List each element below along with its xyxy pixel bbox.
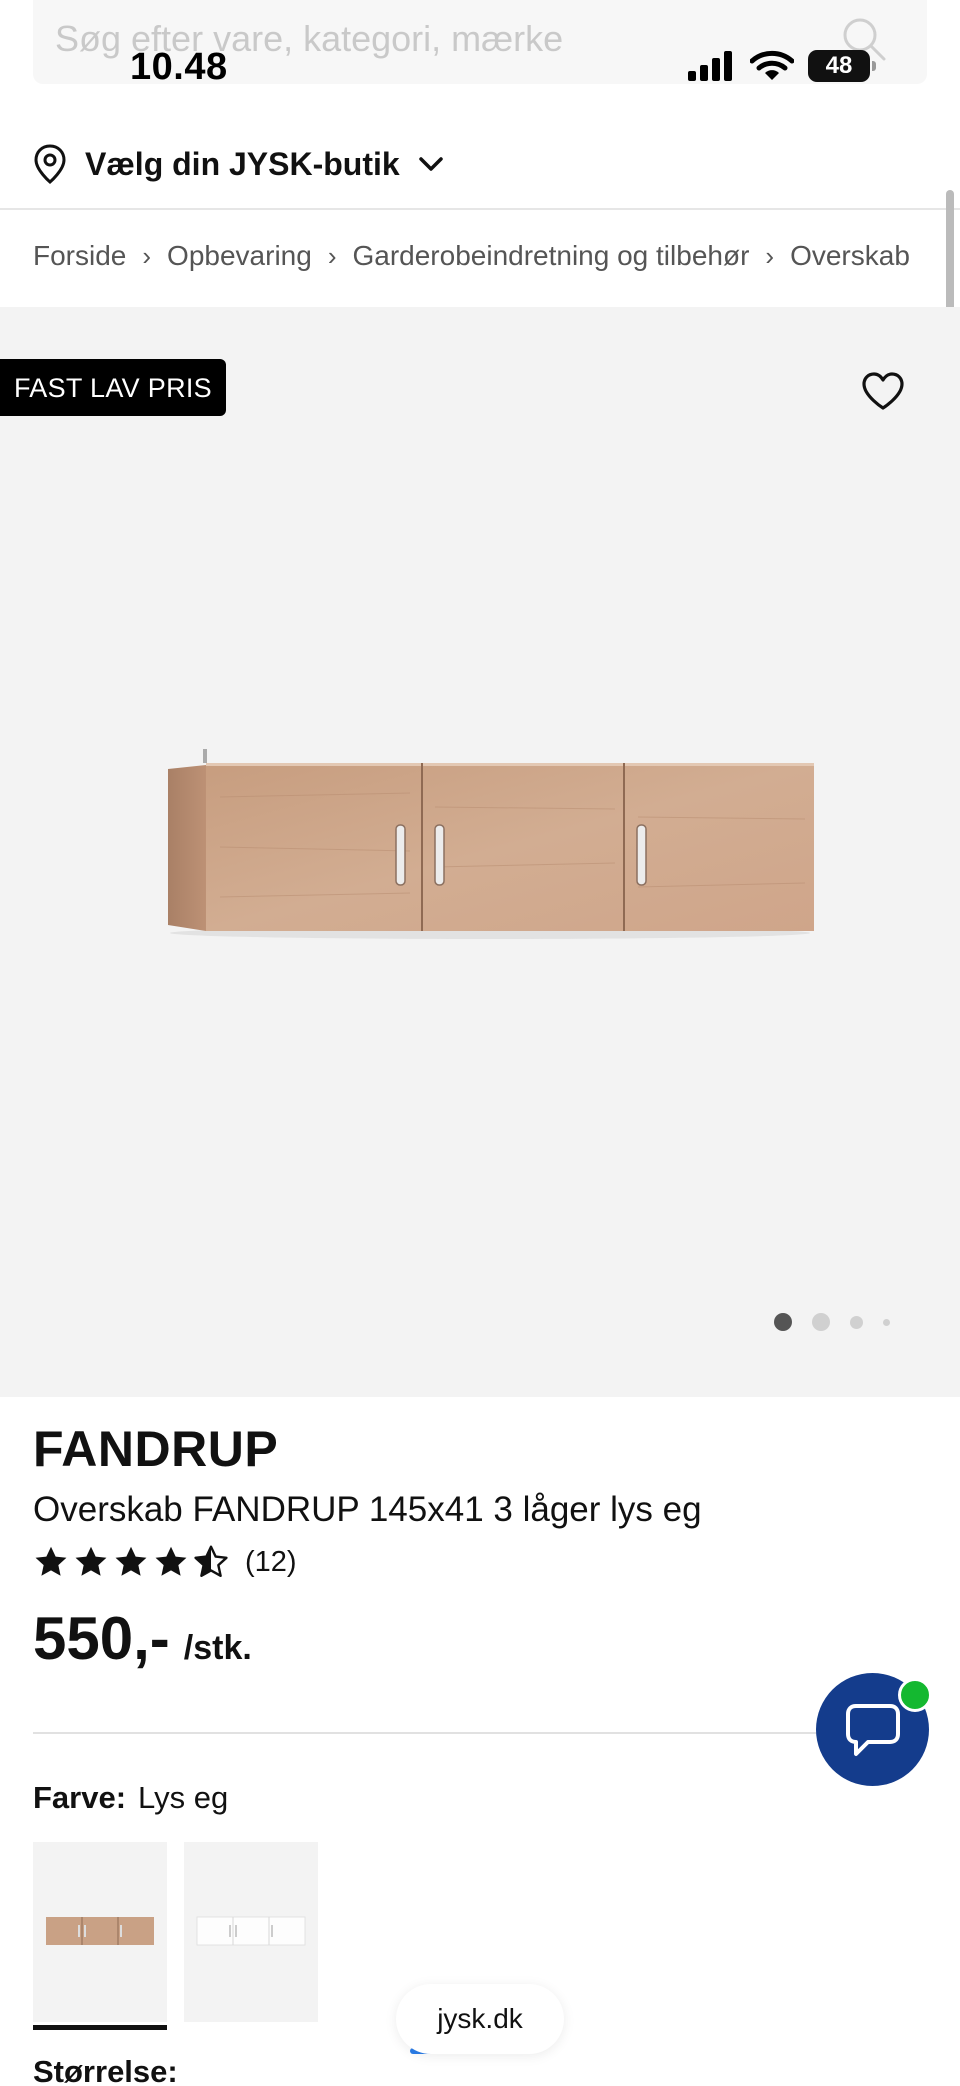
price-unit: /stk.	[183, 1629, 252, 1667]
star-full-icon	[115, 1546, 147, 1576]
product-image	[168, 749, 814, 939]
swatch-image-oak	[46, 1917, 154, 1945]
breadcrumb-item-garderobeindretning[interactable]: Garderobeindretning og tilbehør	[352, 240, 749, 272]
location-pin-icon	[34, 144, 66, 184]
chevron-down-icon	[418, 157, 443, 171]
chevron-right-icon: ›	[327, 240, 337, 271]
price-badge: FAST LAV PRIS	[0, 359, 226, 416]
pagination-dot[interactable]	[883, 1318, 890, 1326]
product-price: 550,-	[33, 1605, 170, 1672]
price-row: 550,- /stk.	[33, 1604, 252, 1673]
breadcrumb-item-opbevaring[interactable]: Opbevaring	[167, 240, 312, 272]
header-divider	[0, 208, 960, 210]
color-value: Lys eg	[138, 1780, 229, 1815]
star-half-icon	[194, 1545, 228, 1577]
breadcrumb: Forside › Opbevaring › Garderobeindretni…	[33, 240, 910, 272]
chat-bubble-icon	[845, 1703, 900, 1756]
pagination-dot-active[interactable]	[774, 1313, 792, 1331]
swatch-hvid[interactable]	[184, 1842, 318, 2022]
chevron-right-icon: ›	[142, 240, 152, 271]
status-time: 10.48	[130, 46, 228, 88]
favorite-heart-icon[interactable]	[861, 371, 905, 411]
image-pagination[interactable]	[774, 1313, 890, 1331]
size-label: Størrelse:	[33, 2054, 178, 2086]
star-full-icon	[35, 1546, 67, 1576]
product-image-gallery[interactable]: FAST LAV PRIS	[0, 307, 960, 1397]
star-full-icon	[75, 1546, 107, 1576]
battery-level: 48	[825, 52, 853, 79]
star-full-icon	[155, 1546, 187, 1576]
product-rating[interactable]: (12)	[33, 1544, 297, 1580]
browser-url-pill[interactable]: jysk.dk	[396, 1984, 564, 2054]
pagination-dot[interactable]	[850, 1315, 863, 1329]
rating-count: (12)	[245, 1545, 297, 1578]
cellular-signal-icon	[688, 51, 732, 81]
battery-icon: 48	[808, 50, 876, 82]
status-icons: 48	[688, 50, 876, 82]
online-indicator	[898, 1678, 932, 1712]
breadcrumb-item-overskab[interactable]: Overskab	[790, 240, 910, 272]
pagination-dot[interactable]	[812, 1313, 830, 1331]
breadcrumb-item-forside[interactable]: Forside	[33, 240, 126, 272]
section-divider	[33, 1732, 927, 1734]
color-selection: Farve: Lys eg	[33, 1780, 228, 1816]
chevron-right-icon: ›	[765, 240, 775, 271]
store-selector[interactable]: Vælg din JYSK-butik	[33, 138, 444, 190]
swatch-lys-eg[interactable]	[33, 1842, 167, 2030]
color-swatches	[33, 1842, 318, 2030]
product-brand: FANDRUP	[33, 1421, 279, 1477]
product-title: Overskab FANDRUP 145x41 3 låger lys eg	[33, 1490, 702, 1529]
browser-url: jysk.dk	[437, 2003, 523, 2034]
swatch-image-white	[196, 1916, 306, 1946]
wifi-icon	[750, 50, 794, 80]
color-label: Farve:	[33, 1780, 127, 1815]
store-selector-label: Vælg din JYSK-butik	[85, 145, 400, 182]
